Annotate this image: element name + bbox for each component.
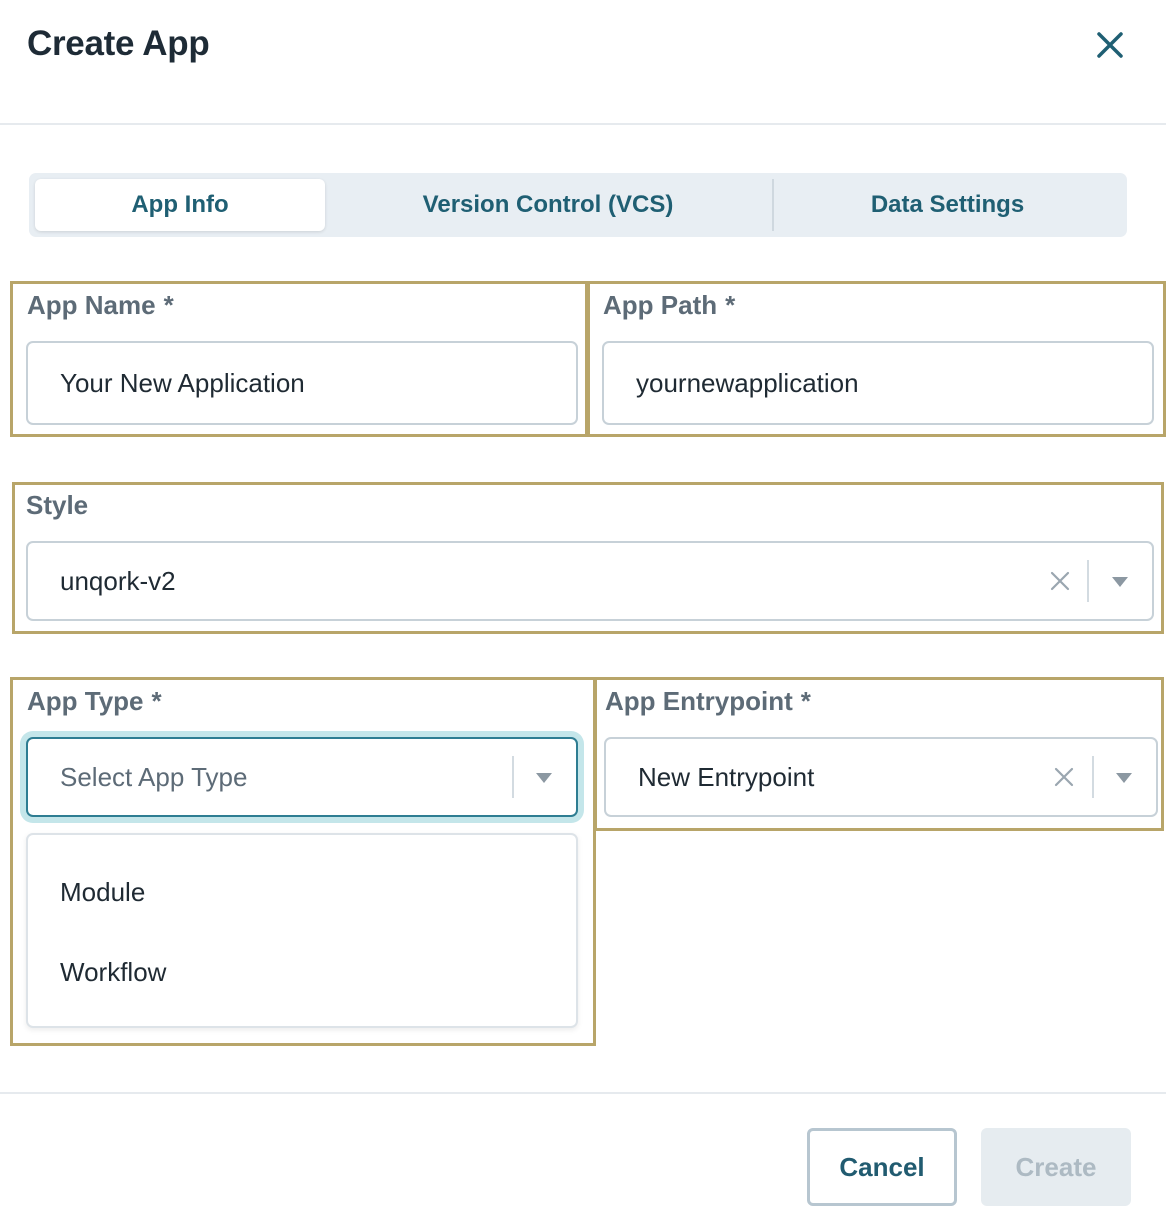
dialog-title: Create App [27,24,210,63]
tab-bar: App Info Version Control (VCS) Data Sett… [29,173,1127,237]
header-divider [0,123,1166,125]
app-type-option-module[interactable]: Module [60,877,145,908]
app-entrypoint-value: New Entrypoint [638,761,815,792]
chevron-down-icon [536,773,552,783]
app-name-label: App Name * [27,290,174,321]
cancel-button[interactable]: Cancel [807,1128,957,1206]
style-select-value: unqork-v2 [60,565,176,596]
required-marker: * [800,686,811,716]
clear-icon [1050,571,1070,591]
app-type-select[interactable]: Select App Type [26,737,578,817]
app-entrypoint-label-text: App Entrypoint [605,686,793,716]
app-name-label-text: App Name [27,290,156,320]
required-marker: * [725,290,736,320]
required-marker: * [163,290,174,320]
app-entrypoint-clear-button[interactable] [1053,766,1075,788]
app-path-label-text: App Path [603,290,718,320]
app-path-input[interactable]: yournewapplication [602,341,1154,425]
chevron-down-icon [1116,773,1132,783]
app-type-select-separator [512,756,514,798]
style-select[interactable]: unqork-v2 [26,541,1154,621]
close-icon [1097,32,1123,58]
tab-app-info[interactable]: App Info [35,179,325,231]
clear-icon [1054,767,1074,787]
app-type-label: App Type * [27,686,162,717]
tab-data-settings[interactable]: Data Settings [774,173,1121,237]
app-type-dropdown-toggle[interactable] [535,771,553,783]
style-select-separator [1087,560,1089,602]
required-marker: * [151,686,162,716]
app-type-option-workflow[interactable]: Workflow [60,957,166,988]
style-clear-button[interactable] [1049,570,1071,592]
app-entrypoint-label: App Entrypoint * [605,686,811,717]
app-type-dropdown-menu: Module Workflow [26,833,578,1028]
chevron-down-icon [1112,577,1128,587]
app-type-label-text: App Type [27,686,144,716]
tab-version-control[interactable]: Version Control (VCS) [325,173,771,237]
app-entrypoint-select-separator [1092,756,1094,798]
app-path-label: App Path * [603,290,735,321]
create-button[interactable]: Create [981,1128,1131,1206]
app-type-placeholder: Select App Type [60,761,248,792]
footer-divider [0,1092,1166,1094]
style-dropdown-toggle[interactable] [1111,575,1129,587]
close-button[interactable] [1092,27,1128,63]
app-entrypoint-dropdown-toggle[interactable] [1115,771,1133,783]
style-label: Style [26,490,89,520]
app-name-input[interactable]: Your New Application [26,341,578,425]
